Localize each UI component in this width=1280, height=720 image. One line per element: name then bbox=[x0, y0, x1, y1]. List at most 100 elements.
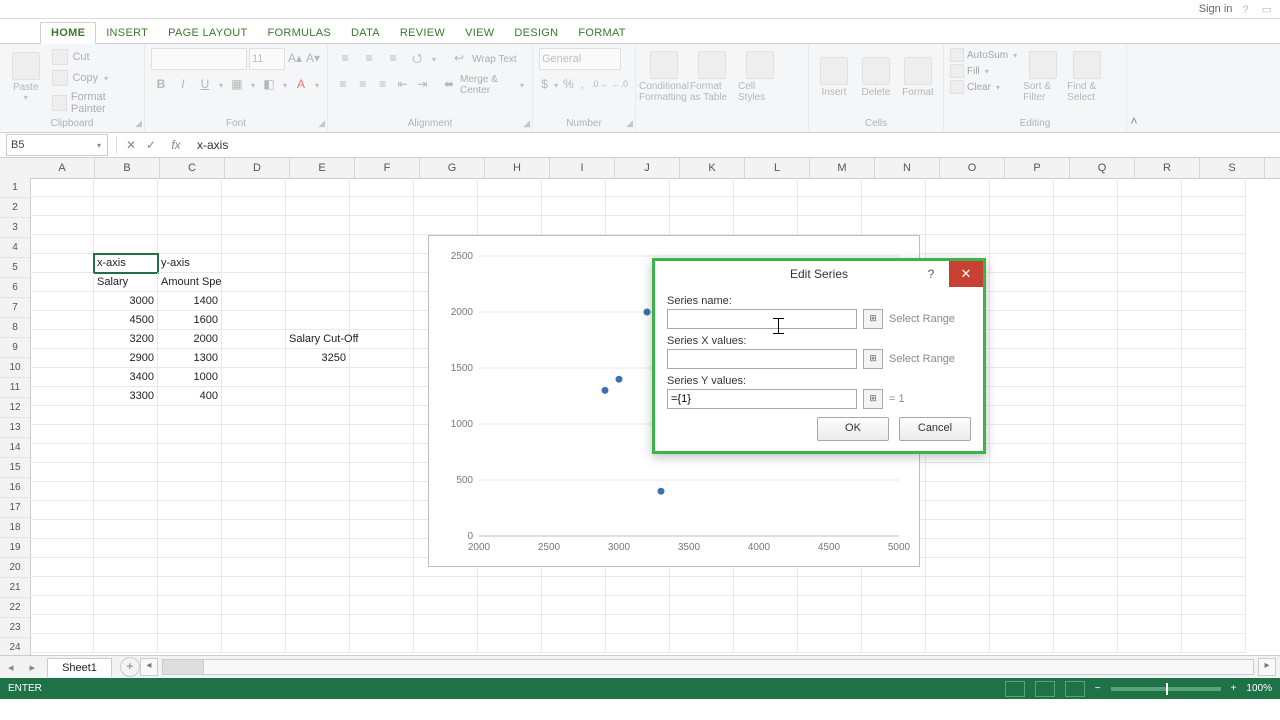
cell-D22[interactable] bbox=[222, 577, 286, 596]
cell-B21[interactable] bbox=[94, 558, 158, 577]
row-header[interactable]: 3 bbox=[0, 218, 30, 238]
cell-C10[interactable]: 1300 bbox=[158, 349, 222, 368]
cell-E12[interactable] bbox=[286, 387, 350, 406]
cell-C8[interactable]: 1600 bbox=[158, 311, 222, 330]
cell-E4[interactable] bbox=[286, 235, 350, 254]
cell-A25[interactable] bbox=[30, 634, 94, 653]
cell-S6[interactable] bbox=[1182, 273, 1246, 292]
cell-Q24[interactable] bbox=[1054, 615, 1118, 634]
cell-H23[interactable] bbox=[478, 596, 542, 615]
cell-C21[interactable] bbox=[158, 558, 222, 577]
cell-E20[interactable] bbox=[286, 539, 350, 558]
tab-view[interactable]: VIEW bbox=[455, 23, 504, 43]
cell-N1[interactable] bbox=[862, 178, 926, 197]
tab-home[interactable]: HOME bbox=[40, 22, 96, 44]
cell-B13[interactable] bbox=[94, 406, 158, 425]
cell-Q17[interactable] bbox=[1054, 482, 1118, 501]
cell-P24[interactable] bbox=[990, 615, 1054, 634]
cell-C9[interactable]: 2000 bbox=[158, 330, 222, 349]
cell-R17[interactable] bbox=[1118, 482, 1182, 501]
cell-Q1[interactable] bbox=[1054, 178, 1118, 197]
cell-Q8[interactable] bbox=[1054, 311, 1118, 330]
cell-B12[interactable]: 3300 bbox=[94, 387, 158, 406]
cell-P7[interactable] bbox=[990, 292, 1054, 311]
cell-F12[interactable] bbox=[350, 387, 414, 406]
cell-S18[interactable] bbox=[1182, 501, 1246, 520]
cut-button[interactable]: Cut bbox=[49, 48, 138, 66]
clear-button[interactable]: Clear▾ bbox=[950, 80, 1019, 94]
cell-L22[interactable] bbox=[734, 577, 798, 596]
cell-Q25[interactable] bbox=[1054, 634, 1118, 653]
cell-J1[interactable] bbox=[606, 178, 670, 197]
cell-D21[interactable] bbox=[222, 558, 286, 577]
cell-F25[interactable] bbox=[350, 634, 414, 653]
format-cells-button[interactable]: Format bbox=[899, 48, 937, 106]
cell-S24[interactable] bbox=[1182, 615, 1246, 634]
cell-D19[interactable] bbox=[222, 520, 286, 539]
cell-F15[interactable] bbox=[350, 444, 414, 463]
cell-R6[interactable] bbox=[1118, 273, 1182, 292]
cell-J2[interactable] bbox=[606, 197, 670, 216]
cell-E11[interactable] bbox=[286, 368, 350, 387]
cell-B24[interactable] bbox=[94, 615, 158, 634]
row-header[interactable]: 13 bbox=[0, 418, 30, 438]
cell-E10[interactable]: 3250 bbox=[286, 349, 350, 368]
cell-D10[interactable] bbox=[222, 349, 286, 368]
cell-E23[interactable] bbox=[286, 596, 350, 615]
cell-F24[interactable] bbox=[350, 615, 414, 634]
cell-P23[interactable] bbox=[990, 596, 1054, 615]
normal-view-icon[interactable] bbox=[1005, 681, 1025, 697]
cell-L23[interactable] bbox=[734, 596, 798, 615]
cell-A15[interactable] bbox=[30, 444, 94, 463]
cell-F20[interactable] bbox=[350, 539, 414, 558]
add-sheet-icon[interactable]: + bbox=[120, 657, 140, 677]
cell-P2[interactable] bbox=[990, 197, 1054, 216]
row-header[interactable]: 9 bbox=[0, 338, 30, 358]
ribbon-minimize-icon[interactable]: ▭ bbox=[1262, 4, 1272, 16]
col-header[interactable]: A bbox=[30, 158, 95, 178]
cell-P12[interactable] bbox=[990, 387, 1054, 406]
cell-C12[interactable]: 400 bbox=[158, 387, 222, 406]
cell-C23[interactable] bbox=[158, 596, 222, 615]
cell-H1[interactable] bbox=[478, 178, 542, 197]
row-headers[interactable]: 1234567891011121314151617181920212223242… bbox=[0, 178, 31, 655]
cell-Q18[interactable] bbox=[1054, 501, 1118, 520]
column-headers[interactable]: ABCDEFGHIJKLMNOPQRS bbox=[30, 158, 1280, 179]
cell-E14[interactable] bbox=[286, 425, 350, 444]
cell-S4[interactable] bbox=[1182, 235, 1246, 254]
cell-K2[interactable] bbox=[670, 197, 734, 216]
cell-M23[interactable] bbox=[798, 596, 862, 615]
row-header[interactable]: 23 bbox=[0, 618, 30, 638]
col-header[interactable]: I bbox=[550, 158, 615, 178]
col-header[interactable]: O bbox=[940, 158, 1005, 178]
cell-B4[interactable] bbox=[94, 235, 158, 254]
cell-A2[interactable] bbox=[30, 197, 94, 216]
decrease-decimal-icon[interactable]: ←.0 bbox=[610, 74, 629, 96]
cell-O23[interactable] bbox=[926, 596, 990, 615]
cell-D20[interactable] bbox=[222, 539, 286, 558]
cell-N22[interactable] bbox=[862, 577, 926, 596]
cell-D1[interactable] bbox=[222, 178, 286, 197]
cell-Q5[interactable] bbox=[1054, 254, 1118, 273]
cell-M22[interactable] bbox=[798, 577, 862, 596]
cell-D24[interactable] bbox=[222, 615, 286, 634]
row-header[interactable]: 15 bbox=[0, 458, 30, 478]
cell-P14[interactable] bbox=[990, 425, 1054, 444]
cell-E9[interactable]: Salary Cut-Off bbox=[286, 330, 350, 349]
help-icon[interactable]: ? bbox=[1242, 4, 1248, 16]
cell-G22[interactable] bbox=[414, 577, 478, 596]
cell-K1[interactable] bbox=[670, 178, 734, 197]
cell-P15[interactable] bbox=[990, 444, 1054, 463]
orientation-icon[interactable]: ⭯ bbox=[406, 48, 428, 70]
dialog-launcher-icon[interactable]: ◢ bbox=[626, 118, 633, 129]
zoom-in-icon[interactable]: + bbox=[1231, 683, 1237, 694]
col-header[interactable]: N bbox=[875, 158, 940, 178]
cell-F7[interactable] bbox=[350, 292, 414, 311]
align-right-icon[interactable]: ≡ bbox=[374, 74, 392, 96]
row-header[interactable]: 10 bbox=[0, 358, 30, 378]
cell-E6[interactable] bbox=[286, 273, 350, 292]
cell-C6[interactable]: Amount Spend bbox=[158, 273, 222, 292]
cell-C11[interactable]: 1000 bbox=[158, 368, 222, 387]
cell-C15[interactable] bbox=[158, 444, 222, 463]
cell-D4[interactable] bbox=[222, 235, 286, 254]
